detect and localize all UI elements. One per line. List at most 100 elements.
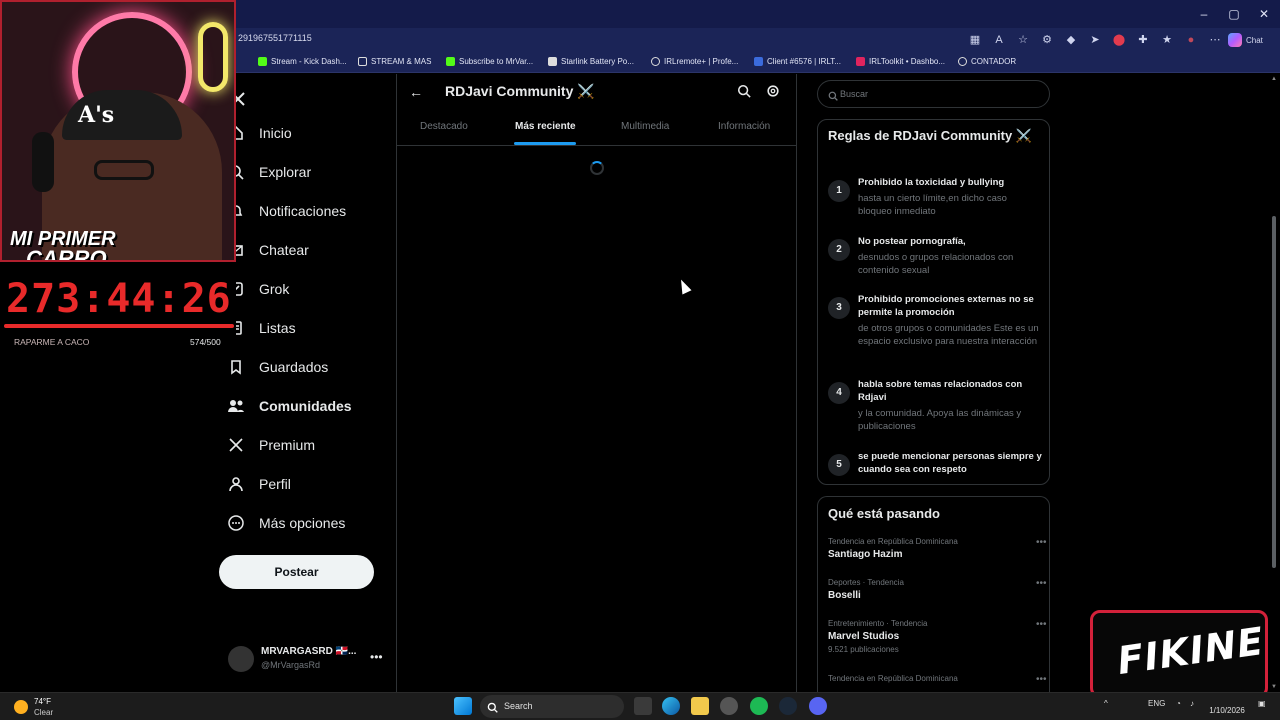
trend-item[interactable]: Tendencia en República Dominicana ••• — [828, 674, 1047, 685]
goal-label: RAPARME A CACO — [14, 337, 90, 347]
address-bar-icons: ▦ A ☆ ⚙ ◆ ➤ ⬤ ✚ ★ ● ⋯ — [968, 31, 1222, 49]
bookmark-item[interactable]: Subscribe to MrVar... — [446, 57, 533, 66]
copilot-chat-button[interactable]: Chat — [1228, 32, 1263, 48]
fikine-logo-text: FIKINE — [1114, 618, 1267, 684]
rules-title: Reglas de RDJavi Community ⚔️ — [828, 128, 1033, 143]
nav-item-notificaciones[interactable]: Notificaciones — [227, 196, 346, 226]
spotify-icon[interactable] — [750, 697, 768, 715]
file-explorer-icon[interactable] — [691, 697, 709, 715]
community-feed: ← RDJavi Community ⚔️ Destacado Más reci… — [396, 74, 797, 694]
nav-item-grok[interactable]: Grok — [227, 274, 289, 304]
active-tab-indicator — [514, 142, 576, 145]
task-view-icon[interactable] — [634, 697, 652, 715]
extension-arrow-icon[interactable]: ➤ — [1088, 33, 1102, 47]
bookmark-item[interactable]: Client #6576 | IRLT... — [754, 57, 841, 66]
nav-item-inicio[interactable]: Inicio — [227, 118, 292, 148]
community-rules-card: Reglas de RDJavi Community ⚔️ 1 Prohibid… — [817, 119, 1050, 485]
account-handle: @MrVargasRd — [261, 660, 320, 670]
profile-avatar-icon[interactable]: ● — [1184, 33, 1198, 47]
start-windows-icon[interactable] — [454, 697, 472, 715]
read-aloud-icon[interactable]: A — [992, 33, 1006, 47]
community-search-icon[interactable] — [737, 84, 751, 103]
nav-item-chatear[interactable]: Chatear — [227, 235, 309, 265]
avatar — [228, 646, 254, 672]
steam-icon[interactable] — [779, 697, 797, 715]
loading-spinner-icon — [590, 161, 604, 175]
minimize-icon[interactable]: – — [1194, 6, 1214, 22]
language-indicator[interactable]: ENG — [1148, 699, 1165, 708]
volume-icon[interactable]: ♪ — [1190, 699, 1194, 708]
trend-more-icon[interactable]: ••• — [1036, 537, 1047, 548]
favorite-star-icon[interactable]: ☆ — [1016, 33, 1030, 47]
more-circle-icon — [227, 514, 245, 532]
url-text[interactable]: 291967551771115 — [238, 33, 312, 43]
windows-taskbar: 74°F Clear Search ^ ENG ◔ ♪ 1/10/2026 ▣ — [0, 692, 1280, 720]
extension-diamond-icon[interactable]: ◆ — [1064, 33, 1078, 47]
nav-item-guardados[interactable]: Guardados — [227, 352, 328, 382]
nav-item-explorar[interactable]: Explorar — [227, 157, 311, 187]
date-text: 1/10/2026 — [1209, 706, 1245, 715]
bookmark-item[interactable]: IRLremote+ | Profe... — [651, 57, 738, 66]
bookmark-item[interactable]: Starlink Battery Po... — [548, 57, 634, 66]
taskbar-search[interactable]: Search — [480, 695, 624, 718]
trends-card: Qué está pasando Tendencia en República … — [817, 496, 1050, 696]
trends-title: Qué está pasando — [828, 506, 940, 521]
trend-item[interactable]: Tendencia en República Dominicana Santia… — [828, 537, 1047, 560]
trend-more-icon[interactable]: ••• — [1036, 619, 1047, 630]
tab-mas-reciente[interactable]: Más reciente — [515, 121, 576, 132]
nav-item-listas[interactable]: Listas — [227, 313, 296, 343]
irltoolkit-icon — [856, 57, 865, 66]
edge-browser-icon[interactable] — [662, 697, 680, 715]
folder-icon — [358, 57, 367, 66]
overlay-caption-line2: CARRO — [26, 246, 107, 262]
page-scrollbar[interactable]: ▲ ▼ — [1270, 76, 1278, 694]
screen: – ▢ ✕ 291967551771115 ▦ A ☆ ⚙ ◆ ➤ ⬤ ✚ ★ … — [0, 0, 1280, 720]
bookmark-item[interactable]: IRLToolkit • Dashbo... — [856, 57, 945, 66]
extension-icon[interactable]: ⚙ — [1040, 33, 1054, 47]
headset-icon — [32, 132, 54, 192]
tab-destacado[interactable]: Destacado — [420, 121, 468, 132]
trend-item[interactable]: Deportes · Tendencia Boselli ••• — [828, 578, 1047, 601]
extension-shield-icon[interactable]: ⬤ — [1112, 33, 1126, 47]
gear-icon[interactable] — [766, 84, 780, 103]
close-icon[interactable]: ✕ — [1254, 6, 1274, 22]
scroll-down-icon[interactable]: ▼ — [1271, 684, 1277, 690]
discord-icon[interactable] — [809, 697, 827, 715]
nav-item-comunidades[interactable]: Comunidades — [227, 391, 352, 421]
notifications-icon[interactable]: ▣ — [1258, 699, 1266, 708]
network-icon[interactable]: ◔ — [1176, 699, 1181, 708]
extensions-puzzle-icon[interactable]: ✚ — [1136, 33, 1150, 47]
apps-icon[interactable]: ▦ — [968, 33, 982, 47]
search-input[interactable]: Buscar — [817, 80, 1050, 108]
account-switcher[interactable]: MRVARGASRD 🇩🇴... @MrVargasRd ••• — [228, 644, 388, 674]
account-more-icon[interactable]: ••• — [370, 650, 383, 664]
bookmark-item[interactable]: Stream - Kick Dash... — [258, 57, 347, 66]
glasses-icon — [94, 160, 154, 180]
tab-multimedia[interactable]: Multimedia — [621, 121, 669, 132]
obs-icon[interactable] — [720, 697, 738, 715]
nav-item-mas-opciones[interactable]: Más opciones — [227, 508, 345, 538]
favorites-icon[interactable]: ★ — [1160, 33, 1174, 47]
sun-icon — [14, 700, 28, 714]
timer-value: 273:44:26 — [6, 276, 232, 322]
trend-more-icon[interactable]: ••• — [1036, 578, 1047, 589]
bookmark-item[interactable]: STREAM & MAS — [358, 57, 431, 66]
back-arrow-icon[interactable]: ← — [409, 84, 423, 100]
bookmark-item[interactable]: CONTADOR — [958, 57, 1016, 66]
bookmark-icon — [227, 358, 245, 376]
post-button[interactable]: Postear — [219, 555, 374, 589]
tab-informacion[interactable]: Información — [718, 121, 770, 132]
communities-icon — [227, 397, 245, 415]
nav-item-premium[interactable]: Premium — [227, 430, 315, 460]
search-icon — [487, 700, 498, 718]
trend-item[interactable]: Entretenimiento · Tendencia Marvel Studi… — [828, 619, 1047, 654]
scroll-up-icon[interactable]: ▲ — [1271, 76, 1277, 82]
taskbar-clock[interactable]: 1/10/2026 — [1206, 696, 1248, 715]
maximize-icon[interactable]: ▢ — [1224, 6, 1244, 22]
tray-chevron-icon[interactable]: ^ — [1104, 699, 1108, 708]
subathon-timer: 273:44:26 RAPARME A CACO 574/500 — [0, 262, 236, 354]
trend-more-icon[interactable]: ••• — [1036, 674, 1047, 685]
more-icon[interactable]: ⋯ — [1208, 33, 1222, 47]
scrollbar-thumb[interactable] — [1272, 216, 1276, 568]
nav-item-perfil[interactable]: Perfil — [227, 469, 291, 499]
